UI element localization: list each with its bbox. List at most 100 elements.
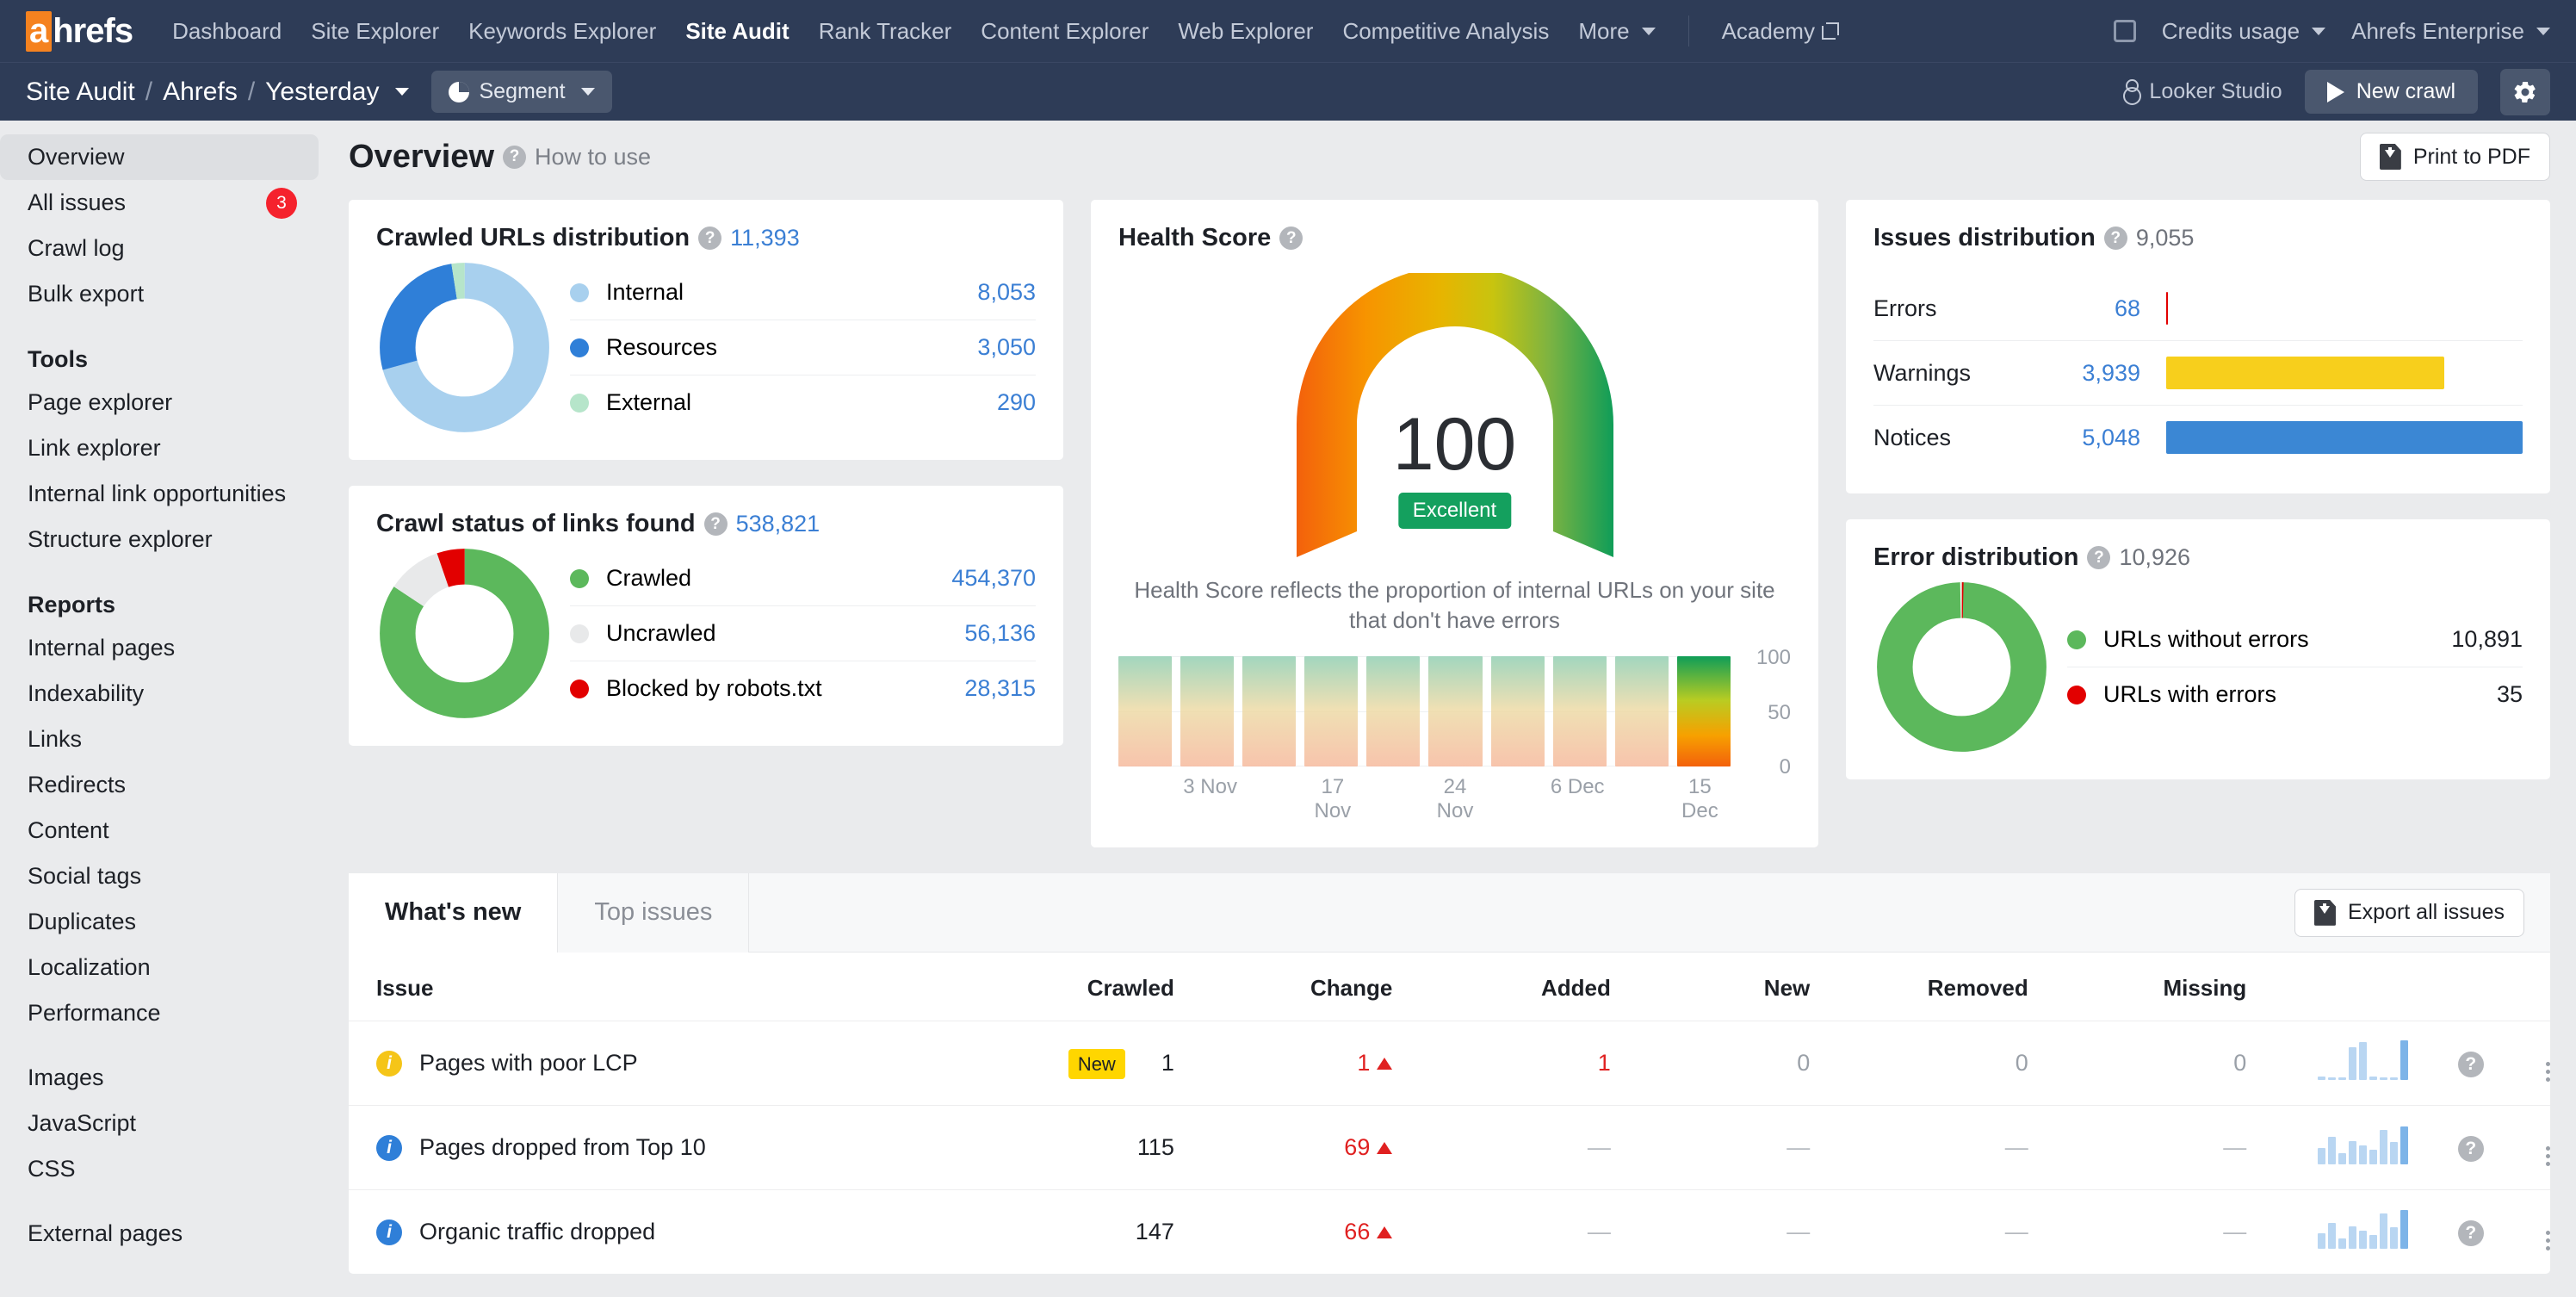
- column-header-issue[interactable]: Issue: [349, 953, 956, 1021]
- history-bar[interactable]: [1180, 656, 1234, 766]
- cell-actions: [2484, 1021, 2550, 1106]
- sidebar-item-performance[interactable]: Performance: [0, 990, 331, 1036]
- legend-item-blocked-by-robots[interactable]: Blocked by robots.txt 28,315: [570, 661, 1036, 716]
- sidebar-item-content[interactable]: Content: [0, 808, 331, 853]
- sidebar-item-indexability[interactable]: Indexability: [0, 671, 331, 717]
- column-header-added[interactable]: Added: [1392, 953, 1610, 1021]
- legend-item-internal[interactable]: Internal 8,053: [570, 265, 1036, 320]
- nav-dashboard[interactable]: Dashboard: [172, 18, 282, 45]
- legend-item-external[interactable]: External 290: [570, 375, 1036, 430]
- nav-keywords-explorer[interactable]: Keywords Explorer: [468, 18, 656, 45]
- breadcrumb-site-audit[interactable]: Site Audit: [26, 78, 135, 107]
- row-menu-icon[interactable]: [2546, 1146, 2550, 1166]
- sidebar-item-external-pages[interactable]: External pages: [0, 1211, 331, 1257]
- sidebar-item-page-explorer[interactable]: Page explorer: [0, 380, 331, 425]
- sidebar-item-images[interactable]: Images: [0, 1055, 331, 1101]
- how-to-use-link[interactable]: How to use: [535, 144, 651, 171]
- breadcrumb-project[interactable]: Ahrefs: [163, 78, 238, 107]
- history-bar-current[interactable]: [1677, 656, 1731, 766]
- nav-content-explorer[interactable]: Content Explorer: [981, 18, 1149, 45]
- sidebar-item-localization[interactable]: Localization: [0, 945, 331, 990]
- issue-name[interactable]: Organic traffic dropped: [419, 1219, 655, 1245]
- help-icon[interactable]: ?: [704, 512, 728, 536]
- sidebar-item-crawl-log[interactable]: Crawl log: [0, 226, 331, 271]
- issues-row-warnings[interactable]: Warnings 3,939: [1873, 341, 2523, 406]
- help-icon[interactable]: ?: [2458, 1220, 2484, 1246]
- history-y-axis: 100 50 0: [1731, 656, 1791, 766]
- account-menu[interactable]: Ahrefs Enterprise: [2351, 18, 2550, 45]
- issues-label: Errors: [1873, 295, 2037, 322]
- sidebar-item-overview[interactable]: Overview: [0, 134, 319, 180]
- issues-row-errors[interactable]: Errors 68: [1873, 276, 2523, 341]
- sidebar-item-links[interactable]: Links: [0, 717, 331, 762]
- column-header-missing[interactable]: Missing: [2028, 953, 2246, 1021]
- sidebar-item-bulk-export[interactable]: Bulk export: [0, 271, 331, 317]
- history-bar[interactable]: [1491, 656, 1545, 766]
- history-bar[interactable]: [1615, 656, 1669, 766]
- sidebar-item-internal-pages[interactable]: Internal pages: [0, 625, 331, 671]
- ahrefs-logo[interactable]: ahrefs: [26, 11, 133, 52]
- legend-item-resources[interactable]: Resources 3,050: [570, 320, 1036, 375]
- new-crawl-button[interactable]: New crawl: [2305, 70, 2478, 114]
- legend-item-urls-without-errors[interactable]: URLs without errors 10,891: [2067, 612, 2523, 667]
- sidebar-item-javascript[interactable]: JavaScript: [0, 1101, 331, 1146]
- help-icon[interactable]: ?: [503, 146, 526, 169]
- credits-usage-menu[interactable]: Credits usage: [2162, 18, 2325, 45]
- export-all-issues-button[interactable]: Export all issues: [2294, 889, 2524, 937]
- help-icon[interactable]: ?: [698, 227, 721, 250]
- row-menu-icon[interactable]: [2546, 1062, 2550, 1082]
- column-header-removed[interactable]: Removed: [1810, 953, 2028, 1021]
- nav-more[interactable]: More: [1578, 18, 1655, 45]
- breadcrumb-date-selector[interactable]: Yesterday: [265, 78, 379, 107]
- sidebar-item-structure-explorer[interactable]: Structure explorer: [0, 517, 331, 562]
- looker-studio-button[interactable]: Looker Studio: [2123, 79, 2282, 105]
- y-tick-100: 100: [1756, 646, 1791, 670]
- nav-academy[interactable]: Academy: [1722, 18, 1839, 45]
- table-row[interactable]: i Organic traffic dropped 147 66 —: [349, 1190, 2550, 1275]
- tab-whats-new[interactable]: What's new: [349, 873, 557, 953]
- column-header-change[interactable]: Change: [1174, 953, 1392, 1021]
- history-bar[interactable]: [1118, 656, 1172, 766]
- sidebar-item-duplicates[interactable]: Duplicates: [0, 899, 331, 945]
- table-row[interactable]: i Pages with poor LCP New1 1: [349, 1021, 2550, 1106]
- issues-row-notices[interactable]: Notices 5,048: [1873, 406, 2523, 469]
- help-icon[interactable]: ?: [2104, 227, 2127, 250]
- history-bar[interactable]: [1242, 656, 1296, 766]
- crawl-status-total[interactable]: 538,821: [736, 511, 820, 537]
- segment-button[interactable]: Segment: [431, 71, 612, 113]
- help-icon[interactable]: ?: [2087, 546, 2110, 569]
- legend-item-urls-with-errors[interactable]: URLs with errors 35: [2067, 667, 2523, 722]
- help-icon[interactable]: ?: [2458, 1136, 2484, 1162]
- sidebar-item-link-explorer[interactable]: Link explorer: [0, 425, 331, 471]
- sidebar-item-all-issues[interactable]: All issues 3: [0, 180, 331, 226]
- history-bar[interactable]: [1366, 656, 1420, 766]
- sidebar-item-css[interactable]: CSS: [0, 1146, 331, 1192]
- history-bar[interactable]: [1553, 656, 1607, 766]
- help-icon[interactable]: ?: [2458, 1052, 2484, 1077]
- middle-column: Health Score ?: [1091, 200, 1818, 847]
- monitor-icon[interactable]: [2114, 20, 2136, 42]
- sidebar-item-redirects[interactable]: Redirects: [0, 762, 331, 808]
- history-bar[interactable]: [1304, 656, 1358, 766]
- nav-site-explorer[interactable]: Site Explorer: [311, 18, 439, 45]
- column-header-new[interactable]: New: [1611, 953, 1810, 1021]
- issue-name[interactable]: Pages dropped from Top 10: [419, 1134, 706, 1161]
- nav-rank-tracker[interactable]: Rank Tracker: [819, 18, 952, 45]
- table-row[interactable]: i Pages dropped from Top 10 115 69 —: [349, 1106, 2550, 1190]
- row-menu-icon[interactable]: [2546, 1231, 2550, 1250]
- tab-top-issues[interactable]: Top issues: [557, 873, 749, 953]
- nav-competitive-analysis[interactable]: Competitive Analysis: [1342, 18, 1549, 45]
- sidebar-item-social-tags[interactable]: Social tags: [0, 853, 331, 899]
- sidebar-item-internal-link-opportunities[interactable]: Internal link opportunities: [0, 471, 331, 517]
- issue-name[interactable]: Pages with poor LCP: [419, 1050, 638, 1077]
- column-header-crawled[interactable]: Crawled: [956, 953, 1173, 1021]
- history-bar[interactable]: [1428, 656, 1482, 766]
- crawled-urls-total[interactable]: 11,393: [730, 225, 800, 251]
- help-icon[interactable]: ?: [1279, 227, 1303, 250]
- settings-button[interactable]: [2500, 69, 2550, 115]
- print-to-pdf-button[interactable]: Print to PDF: [2360, 133, 2550, 181]
- legend-item-uncrawled[interactable]: Uncrawled 56,136: [570, 606, 1036, 661]
- legend-item-crawled[interactable]: Crawled 454,370: [570, 551, 1036, 606]
- nav-site-audit[interactable]: Site Audit: [685, 18, 789, 45]
- nav-web-explorer[interactable]: Web Explorer: [1178, 18, 1313, 45]
